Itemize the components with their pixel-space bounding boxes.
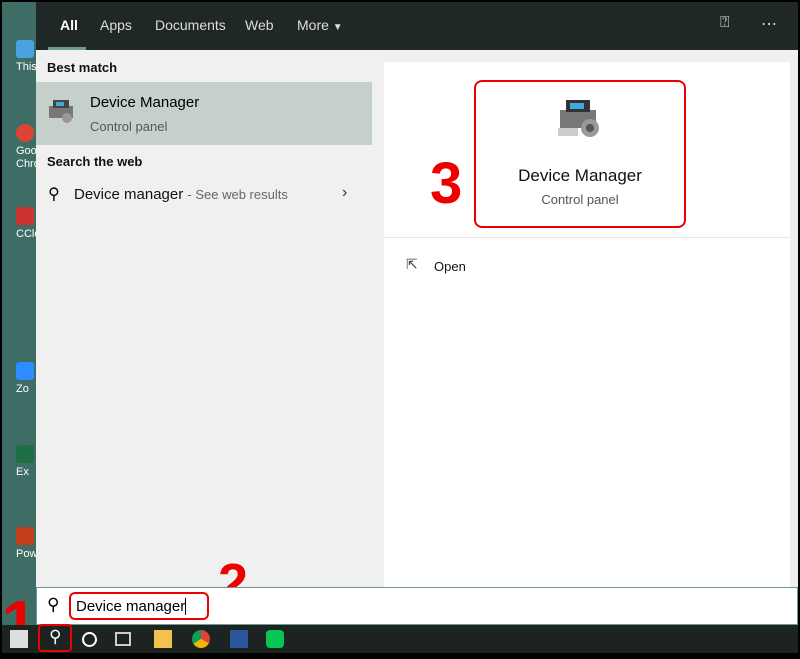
annotation-3: 3 [430,151,463,216]
desktop-icon-label: Ex [16,466,29,478]
web-result[interactable]: ⚲ Device manager - See web results › [36,180,372,210]
desktop-icon-excel[interactable]: Ex [16,445,36,479]
open-action[interactable]: Open [434,259,466,274]
web-query: Device manager [74,186,184,203]
divider [384,237,790,238]
file-explorer-icon[interactable] [154,630,172,648]
word-icon[interactable] [230,630,248,648]
more-options-icon[interactable]: ⋯ [761,14,777,34]
desktop-icon-zoom[interactable]: Zo [16,362,36,396]
preview-pane: Device Manager Control panel ⇱ Open [384,62,790,587]
best-match-heading: Best match [47,60,118,75]
desktop-icon-label: Zo [16,383,29,395]
desktop-icon-label: Powe [16,548,36,560]
device-manager-icon [49,100,73,123]
tab-more-label: More [297,17,329,33]
search-input[interactable]: Device manager [69,592,209,620]
tab-all[interactable]: All [60,17,78,33]
desktop-icon-ccleaner[interactable]: CCle [16,207,36,241]
desktop: This Goo Chro CCle Zo Ex Powe [2,2,36,625]
device-manager-large-icon [558,100,599,137]
search-icon: ⚲ [48,186,60,203]
preview-card[interactable]: Device Manager Control panel [474,80,686,228]
desktop-icon-powerpoint[interactable]: Powe [16,527,36,561]
open-icon: ⇱ [406,256,418,272]
chevron-right-icon: › [342,184,348,201]
tab-apps[interactable]: Apps [100,17,132,33]
task-view-icon[interactable] [115,632,131,646]
desktop-icon-label: Goo Chro [16,145,36,170]
cortana-icon[interactable] [82,632,97,647]
feedback-icon[interactable]: ⍰ [720,14,730,32]
tab-documents[interactable]: Documents [155,17,226,33]
preview-subtitle: Control panel [541,192,619,207]
search-panel: All Apps Documents Web More ▼ ⍰ ⋯ Best m… [36,2,798,625]
preview-title: Device Manager [518,166,642,185]
caret-down-icon: ▼ [332,22,343,33]
search-header: All Apps Documents Web More ▼ ⍰ ⋯ [36,2,798,50]
search-web-heading: Search the web [47,154,143,169]
search-icon: ⚲ [47,595,60,614]
desktop-icon-chrome[interactable]: Goo Chro [16,124,36,171]
desktop-icon-label: This [16,61,36,73]
results-pane: Best match Device Manager Control panel … [36,50,372,587]
web-suffix: - See web results [187,187,288,202]
start-icon[interactable] [10,630,28,648]
best-match-result[interactable]: Device Manager Control panel [36,82,372,145]
best-match-title: Device Manager [90,94,200,111]
chrome-icon[interactable] [192,630,210,648]
search-taskbar-icon[interactable]: ⚲ [38,624,72,652]
desktop-icon-this-pc[interactable]: This [16,40,36,74]
search-bar: ⚲ Device manager [36,587,798,625]
desktop-icon-label: CCle [16,228,36,240]
line-icon[interactable] [266,630,284,648]
taskbar: ⚲ [2,624,798,653]
tab-web[interactable]: Web [245,17,274,33]
best-match-subtitle: Control panel [90,119,168,134]
tab-more[interactable]: More ▼ [297,17,343,33]
search-input-value: Device manager [76,598,186,615]
text-cursor [185,598,187,615]
